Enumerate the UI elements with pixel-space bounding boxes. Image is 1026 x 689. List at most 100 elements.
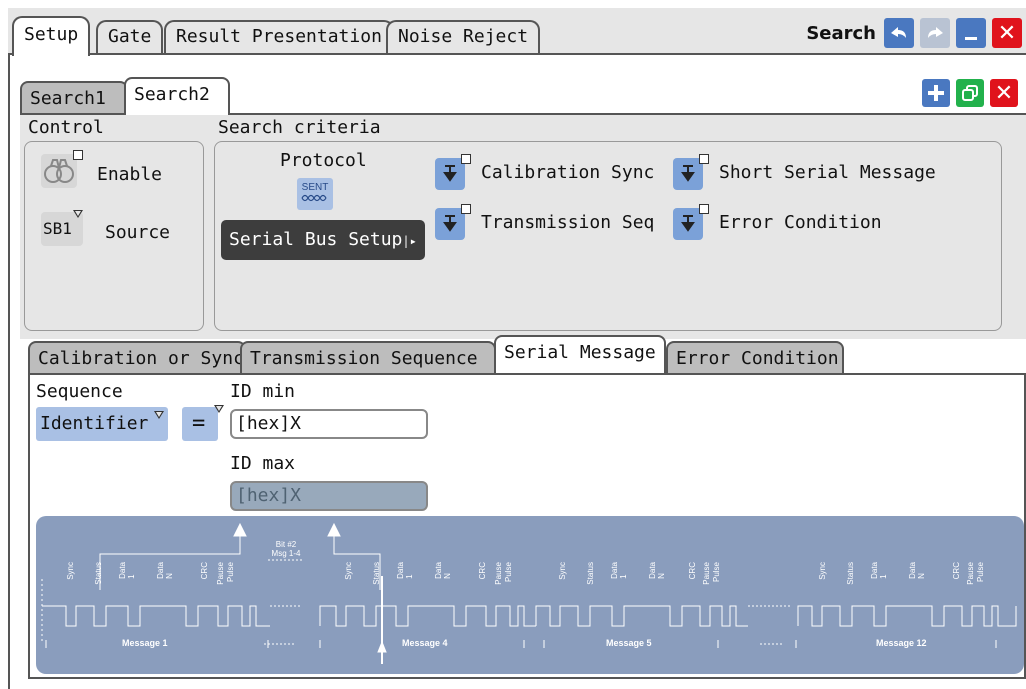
sent-timing-svg [41,522,1017,664]
close-icon[interactable]: ✕ [992,18,1022,48]
field-label: Data N [434,562,452,579]
tab-search2[interactable]: Search2 [124,77,230,115]
field-label: Data N [156,562,174,579]
tab-calibration-or-sync[interactable]: Calibration or Sync [28,341,246,375]
msg-range-label: Msg 1-4 [271,549,301,558]
id-min-input[interactable]: [hex]X [230,409,428,439]
field-label: Status [94,562,103,585]
field-label: Data 1 [396,562,414,579]
field-label: Sync [66,562,75,580]
checkbox-indicator [699,154,709,164]
field-label: Data 1 [118,562,136,579]
tab-noise-reject[interactable]: Noise Reject [386,20,541,54]
field-label: CRC [478,562,487,580]
tab-setup[interactable]: Setup [12,16,91,56]
search-dialog: Setup Gate Result Presentation Noise Rej… [8,8,1026,689]
error-condition-toggle[interactable] [673,204,709,240]
search-toolbar: ✕ [922,79,1018,107]
redo-icon[interactable] [920,18,950,48]
field-label: Pulse [504,562,513,583]
sequence-label: Sequence [36,381,123,402]
id-max-input[interactable]: [hex]X [230,481,428,511]
field-label: Pulse [712,562,721,583]
control-heading: Control [28,117,104,138]
serial-bus-setup-label: Serial Bus Setup [229,229,403,250]
field-label: Pulse [226,562,235,583]
dialog-title: Search [806,22,876,44]
field-label: CRC [952,562,961,580]
message-label: Message 4 [402,638,448,648]
field-label: Sync [558,562,567,580]
main-tabbar: Setup Gate Result Presentation Noise Rej… [8,8,1026,56]
protocol-icon-text: SENT [301,182,329,193]
tab-serial-message[interactable]: Serial Message [494,335,666,373]
message-label: Message 1 [122,638,168,648]
setup-panel: Search1 Search2 ✕ Control Search criteri… [8,55,1026,689]
dropdown-icon [154,411,164,419]
transmission-seq-toggle[interactable] [435,204,471,240]
enable-toggle[interactable] [41,150,83,188]
field-label: Sync [344,562,353,580]
field-label: Status [846,562,855,585]
protocol-icon[interactable]: SENT [297,178,333,210]
enable-label: Enable [97,164,163,185]
message-label: Message 5 [606,638,652,648]
operator-select[interactable]: = [182,405,224,441]
search-settings-area: Control Search criteria Enable SB1 Sourc… [20,115,1026,339]
source-value: SB1 [43,219,72,238]
trigger-down-icon [443,215,457,232]
checkbox-indicator [73,150,83,160]
short-serial-message-toggle[interactable] [673,154,709,190]
title-toolbar: Search ✕ [806,16,1022,50]
error-condition-label: Error Condition [719,212,882,233]
field-label: Data N [648,562,666,579]
operator-value: = [192,411,206,436]
sent-timing-diagram: Bit #2 Msg 1-4 Sync Status Data 1 Data N… [36,516,1024,674]
tab-result-presentation[interactable]: Result Presentation [164,20,394,54]
field-label: Pause [702,562,711,585]
calibration-sync-toggle[interactable] [435,154,471,190]
field-label: CRC [688,562,697,580]
sequence-value: Identifier [40,413,149,434]
trigger-down-icon [681,215,695,232]
tab-gate[interactable]: Gate [96,20,164,54]
bit-annotation: Bit #2 Msg 1-4 [246,540,326,558]
field-label: Data 1 [610,562,628,579]
trigger-down-icon [443,165,457,182]
tab-search1[interactable]: Search1 [20,81,128,115]
minimize-icon[interactable] [956,18,986,48]
source-select[interactable]: SB1 [41,210,83,246]
search-criteria-group: Protocol SENT Serial Bus Setup|▸ Calibra… [214,141,1002,331]
search-criteria-heading: Search criteria [218,117,381,138]
field-label: Status [372,562,381,585]
copy-search-icon[interactable] [956,79,984,107]
sequence-select[interactable]: Identifier [36,407,168,441]
arrow-right-icon: |▸ [402,234,417,248]
tab-transmission-sequence[interactable]: Transmission Sequence [240,341,496,375]
checkbox-indicator [699,204,709,214]
field-label: Pulse [976,562,985,583]
tab-error-condition[interactable]: Error Condition [666,341,844,375]
short-serial-message-label: Short Serial Message [719,162,936,183]
delete-search-icon[interactable]: ✕ [990,79,1018,107]
field-label: CRC [200,562,209,580]
field-label: Sync [818,562,827,580]
serial-bus-setup-button[interactable]: Serial Bus Setup|▸ [221,220,425,260]
field-label: Pause [494,562,503,585]
bit-label: Bit #2 [275,540,297,549]
calibration-sync-label: Calibration Sync [481,162,655,183]
control-group: Enable SB1 Source [24,141,204,331]
dropdown-icon [214,405,224,413]
field-label: Pause [216,562,225,585]
undo-icon[interactable] [884,18,914,48]
field-label: Data 1 [870,562,888,579]
checkbox-indicator [461,154,471,164]
protocol-label: Protocol [280,150,367,171]
serial-message-panel: Sequence Identifier = ID min [hex]X ID m… [28,375,1026,679]
field-label: Pause [966,562,975,585]
waveform-icon [301,194,327,202]
id-max-label: ID max [230,453,296,474]
checkbox-indicator [461,204,471,214]
transmission-seq-label: Transmission Seq [481,212,655,233]
add-search-icon[interactable] [922,79,950,107]
